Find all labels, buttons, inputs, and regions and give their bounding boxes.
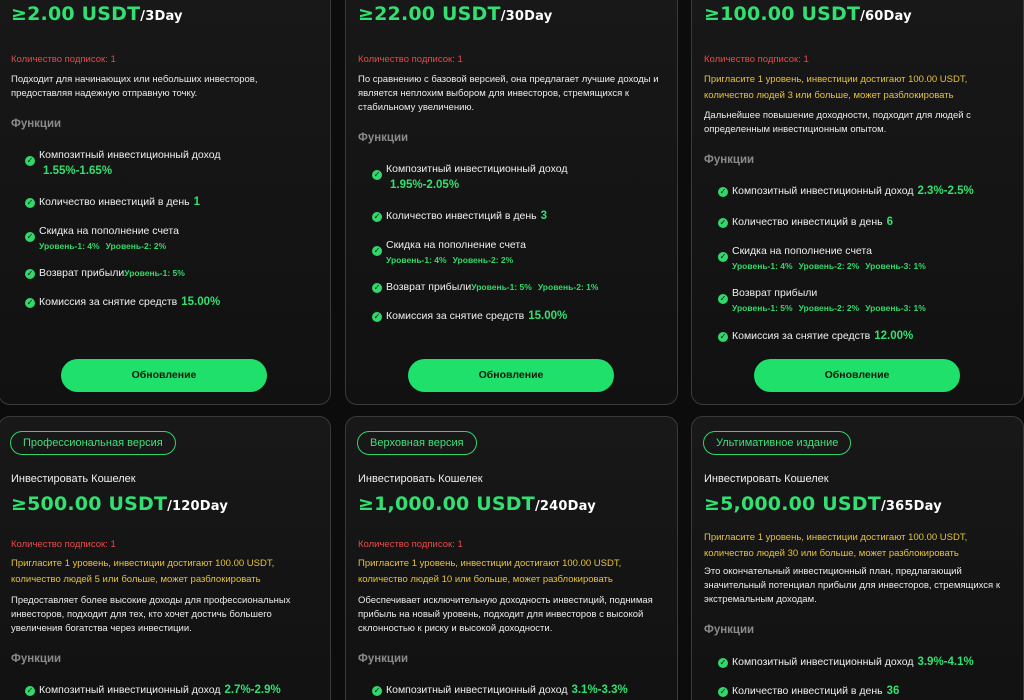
feature-rebate: ✓ Возврат прибылиУровень-1: 5% <box>25 267 185 279</box>
fee-value: 15.00% <box>528 310 568 322</box>
wallet-label: Инвестировать Кошелек <box>358 473 483 485</box>
feature-income: ✓ Композитный инвестиционный доход 2.7%-2… <box>25 684 281 696</box>
check-icon: ✓ <box>25 686 35 696</box>
subscription-count: Количество подписок: 1 <box>704 54 809 65</box>
feature-daily: ✓ Количество инвестиций в день 6 <box>718 216 893 228</box>
plan-description: Предоставляет более высокие доходы для п… <box>11 595 291 634</box>
unlock-condition: Пригласите 1 уровень, инвестиции достига… <box>704 74 968 101</box>
unlock-condition: Пригласите 1 уровень, инвестиции достига… <box>704 532 968 559</box>
plan-price: ≥5,000.00 USDT/365Day <box>704 493 942 515</box>
plan-card-ultimate: Ультимативное издание Инвестировать Коше… <box>691 416 1024 700</box>
functions-heading: Функции <box>11 118 62 130</box>
subscription-count: Количество подписок: 1 <box>11 539 116 550</box>
feature-daily: ✓ Количество инвестиций в день 1 <box>25 196 200 208</box>
check-icon: ✓ <box>718 252 728 262</box>
plan-card-advanced: ≥100.00 USDT/60Day Количество подписок: … <box>691 0 1024 405</box>
check-icon: ✓ <box>25 298 35 308</box>
income-value: 2.7%-2.9% <box>224 684 281 696</box>
wallet-label: Инвестировать Кошелек <box>704 473 829 485</box>
upgrade-button[interactable]: Обновление <box>754 359 960 392</box>
income-value: 3.9%-4.1% <box>917 656 974 668</box>
check-icon: ✓ <box>718 187 728 197</box>
unlock-condition: Пригласите 1 уровень, инвестиции достига… <box>358 558 622 585</box>
check-icon: ✓ <box>718 687 728 697</box>
check-icon: ✓ <box>25 198 35 208</box>
functions-heading: Функции <box>358 653 409 665</box>
feature-discount: ✓ Скидка на пополнение счета Уровень-1: … <box>372 239 526 265</box>
check-icon: ✓ <box>718 332 728 342</box>
plan-description: Подходит для начинающих или небольших ин… <box>11 74 258 99</box>
plan-price: ≥2.00 USDT/3Day <box>11 3 183 25</box>
plan-description: Это окончательный инвестиционный план, п… <box>704 566 1000 605</box>
daily-value: 36 <box>886 685 900 697</box>
feature-fee: ✓ Комиссия за снятие средств 12.00% <box>718 330 914 342</box>
functions-heading: Функции <box>704 154 755 166</box>
feature-rebate: ✓ Возврат прибылиУровень-1: 5% Уровень-2:… <box>372 281 599 293</box>
check-icon: ✓ <box>25 269 35 279</box>
functions-heading: Функции <box>11 653 62 665</box>
daily-value: 3 <box>540 210 547 222</box>
upgrade-button[interactable]: Обновление <box>61 359 267 392</box>
income-value: 1.95%-2.05% <box>390 179 460 191</box>
unlock-condition: Пригласите 1 уровень, инвестиции достига… <box>11 558 275 585</box>
feature-fee: ✓ Комиссия за снятие средств 15.00% <box>25 296 221 308</box>
functions-heading: Функции <box>704 624 755 636</box>
daily-value: 1 <box>193 196 200 208</box>
income-value: 1.55%-1.65% <box>43 165 113 177</box>
feature-discount: ✓ Скидка на пополнение счета Уровень-1: … <box>25 225 179 251</box>
feature-income: ✓ Композитный инвестиционный доход 2.3%-2… <box>718 185 974 197</box>
feature-income: ✓ Композитный инвестиционный доход 1.55%… <box>25 149 221 177</box>
check-icon: ✓ <box>718 658 728 668</box>
income-value: 3.1%-3.3% <box>571 684 628 696</box>
feature-income: ✓ Композитный инвестиционный доход 1.95%… <box>372 163 568 191</box>
plan-card-standard: ≥22.00 USDT/30Day Количество подписок: 1… <box>345 0 678 405</box>
feature-income: ✓ Композитный инвестиционный доход 3.9%-4… <box>718 656 974 668</box>
check-icon: ✓ <box>372 212 382 222</box>
check-icon: ✓ <box>25 232 35 242</box>
plan-price: ≥100.00 USDT/60Day <box>704 3 912 25</box>
subscription-count: Количество подписок: 1 <box>358 54 463 65</box>
plan-badge: Профессиональная версия <box>10 431 176 455</box>
subscription-count: Количество подписок: 1 <box>11 54 116 65</box>
feature-fee: ✓ Комиссия за снятие средств 15.00% <box>372 310 568 322</box>
check-icon: ✓ <box>25 156 35 166</box>
daily-value: 6 <box>886 216 893 228</box>
plan-price: ≥22.00 USDT/30Day <box>358 3 553 25</box>
feature-daily: ✓ Количество инвестиций в день 3 <box>372 210 547 222</box>
feature-daily: ✓ Количество инвестиций в день 36 <box>718 685 900 697</box>
check-icon: ✓ <box>372 283 382 293</box>
check-icon: ✓ <box>718 294 728 304</box>
plan-description: Обеспечивает исключительную доходность и… <box>358 595 653 634</box>
subscription-count: Количество подписок: 1 <box>358 539 463 550</box>
check-icon: ✓ <box>718 218 728 228</box>
plan-price: ≥500.00 USDT/120Day <box>11 493 229 515</box>
check-icon: ✓ <box>372 312 382 322</box>
check-icon: ✓ <box>372 686 382 696</box>
plan-badge: Верховная версия <box>357 431 477 455</box>
functions-heading: Функции <box>358 132 409 144</box>
income-value: 2.3%-2.5% <box>917 185 974 197</box>
upgrade-button[interactable]: Обновление <box>408 359 614 392</box>
plan-card-professional: Профессиональная версия Инвестировать Ко… <box>0 416 331 700</box>
fee-value: 15.00% <box>181 296 221 308</box>
feature-rebate: ✓ Возврат прибыли Уровень-1: 5% Уровень-2… <box>718 287 926 313</box>
fee-value: 12.00% <box>874 330 914 342</box>
check-icon: ✓ <box>372 246 382 256</box>
plan-card-supreme: Верховная версия Инвестировать Кошелек ≥… <box>345 416 678 700</box>
plan-badge: Ультимативное издание <box>703 431 852 455</box>
plan-price: ≥1,000.00 USDT/240Day <box>358 493 596 515</box>
check-icon: ✓ <box>372 170 382 180</box>
plan-description: Дальнейшее повышение доходности, подходи… <box>704 110 971 135</box>
wallet-label: Инвестировать Кошелек <box>11 473 136 485</box>
feature-income: ✓ Композитный инвестиционный доход 3.1%-3… <box>372 684 628 696</box>
plan-card-basic: ≥2.00 USDT/3Day Количество подписок: 1 П… <box>0 0 331 405</box>
plan-description: По сравнению с базовой версией, она пред… <box>358 74 659 113</box>
feature-discount: ✓ Скидка на пополнение счета Уровень-1: … <box>718 245 926 271</box>
